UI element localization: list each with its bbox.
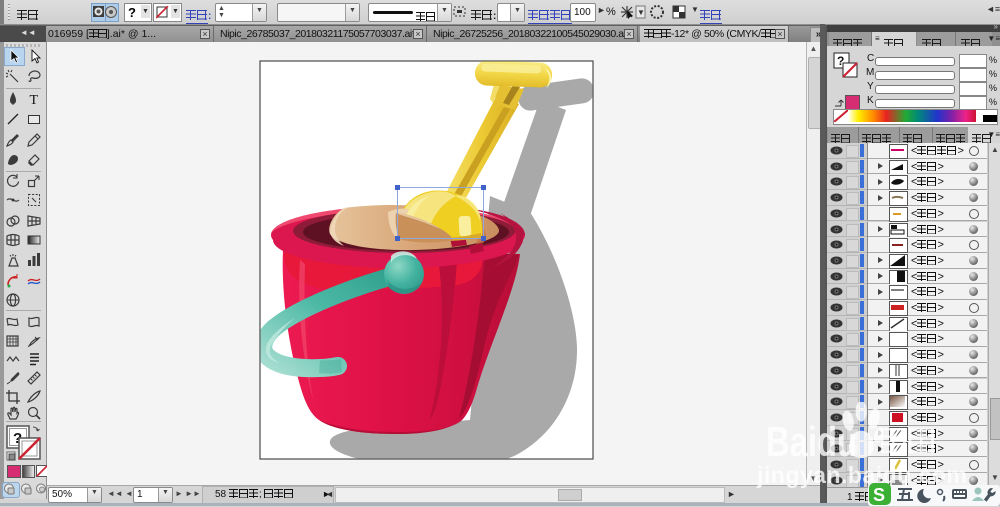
svg-text:T: T — [30, 93, 39, 107]
svg-text:S: S — [873, 485, 885, 505]
svg-text:▼: ▼ — [637, 8, 645, 17]
